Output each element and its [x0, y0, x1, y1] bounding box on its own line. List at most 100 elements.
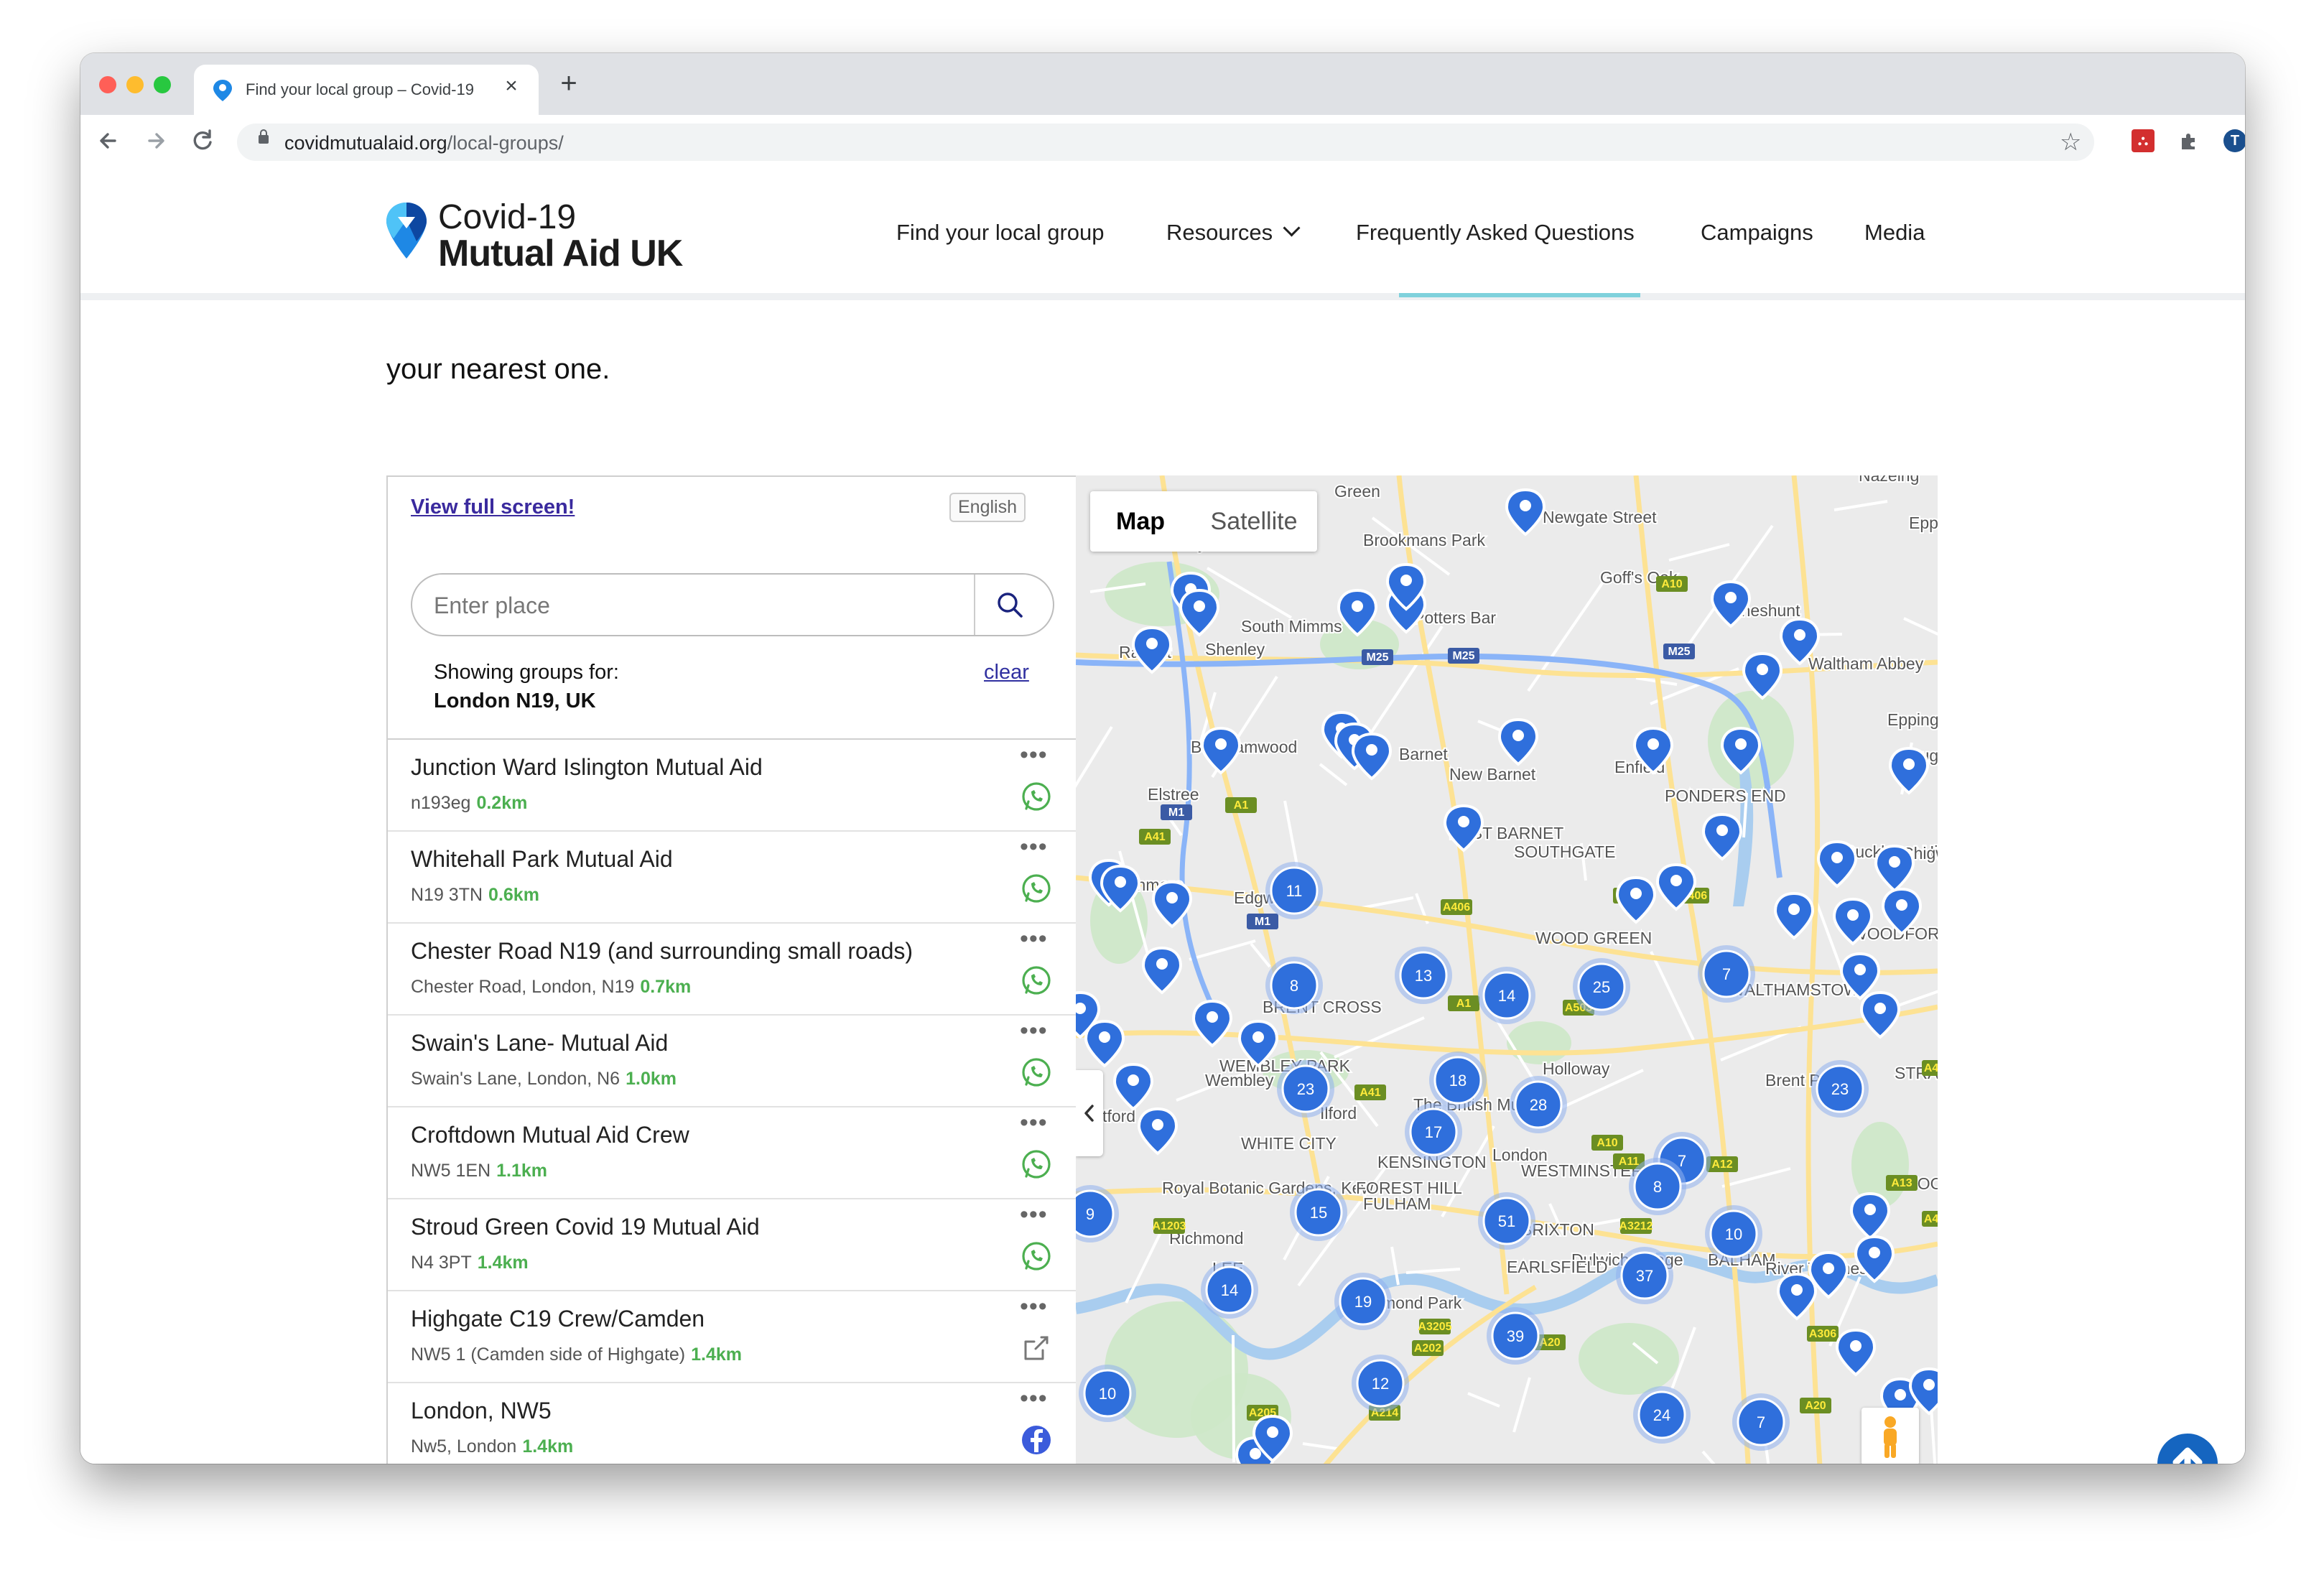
group-address: NW5 1EN: [411, 1161, 491, 1181]
more-options-icon[interactable]: •••: [1020, 743, 1048, 767]
more-options-icon[interactable]: •••: [1020, 835, 1048, 859]
collapse-panel-button[interactable]: [1076, 1070, 1103, 1156]
group-name[interactable]: Highgate C19 Crew/Camden: [411, 1306, 705, 1332]
group-location: NW5 1 (Camden side of Highgate) 1.4km: [411, 1344, 742, 1365]
group-distance: 1.1km: [496, 1161, 548, 1181]
group-name[interactable]: Croftdown Mutual Aid Crew: [411, 1122, 689, 1148]
nav-find-local-group[interactable]: Find your local group: [896, 220, 1105, 246]
pin-dot: [1194, 600, 1205, 612]
more-options-icon[interactable]: •••: [1020, 1202, 1048, 1227]
extensions-puzzle-icon[interactable]: [2177, 129, 2200, 152]
road-label: A12: [1711, 1158, 1732, 1171]
road-label: A41: [1359, 1087, 1380, 1099]
minor-road: [1232, 1334, 1235, 1463]
maximize-window-button[interactable]: [154, 76, 171, 93]
group-name[interactable]: Whitehall Park Mutual Aid: [411, 846, 673, 873]
pin-dot: [1630, 888, 1642, 899]
clear-link[interactable]: clear: [984, 661, 1029, 684]
external-link-icon[interactable]: [1020, 1332, 1053, 1365]
road-label: A1: [1234, 799, 1249, 812]
site-favicon-icon: [213, 80, 232, 101]
language-selector[interactable]: English: [949, 493, 1026, 522]
profile-avatar[interactable]: T: [2223, 129, 2245, 152]
pin-dot: [1791, 1284, 1803, 1296]
extension-red-icon[interactable]: ⛬: [2132, 129, 2155, 152]
map-type-satellite-button[interactable]: Satellite: [1191, 491, 1317, 552]
group-list-item[interactable]: Swain's Lane- Mutual Aid Swain's Lane, Lo…: [388, 1016, 1076, 1107]
group-name[interactable]: London, NW5: [411, 1398, 552, 1424]
whatsapp-icon[interactable]: [1020, 1056, 1053, 1089]
cluster-count: 8: [1653, 1178, 1662, 1196]
tab-strip: Find your local group – Covid-19 × +: [80, 53, 2245, 115]
place-label: Royal Botanic Gardens, Kew: [1162, 1179, 1373, 1197]
more-options-icon[interactable]: •••: [1020, 1018, 1048, 1043]
more-options-icon[interactable]: •••: [1020, 926, 1048, 951]
group-list-item[interactable]: Junction Ward Islington Mutual Aid n193eg…: [388, 740, 1076, 832]
tab-close-icon[interactable]: ×: [500, 75, 523, 98]
whatsapp-icon[interactable]: [1020, 1240, 1053, 1273]
address-bar[interactable]: covidmutualaid.org/local-groups/ ☆: [237, 124, 2094, 161]
pin-dot: [1128, 1074, 1139, 1086]
group-list-item[interactable]: Croftdown Mutual Aid Crew NW5 1EN 1.1km •••: [388, 1107, 1076, 1199]
whatsapp-icon[interactable]: [1020, 1148, 1053, 1181]
group-list: Junction Ward Islington Mutual Aid n193eg…: [388, 738, 1076, 1464]
more-options-icon[interactable]: •••: [1020, 1386, 1048, 1411]
close-window-button[interactable]: [99, 76, 116, 93]
nav-media[interactable]: Media: [1864, 220, 1925, 246]
park-area: [1507, 1021, 1571, 1064]
facebook-icon[interactable]: [1020, 1423, 1053, 1457]
group-list-item[interactable]: Highgate C19 Crew/Camden NW5 1 (Camden si…: [388, 1291, 1076, 1383]
street-view-pegman[interactable]: [1861, 1408, 1919, 1464]
group-name[interactable]: Junction Ward Islington Mutual Aid: [411, 754, 763, 781]
search-icon[interactable]: [994, 589, 1026, 621]
nav-campaigns[interactable]: Campaigns: [1701, 220, 1813, 246]
place-label: Epping: [1909, 514, 1938, 532]
more-options-icon[interactable]: •••: [1020, 1110, 1048, 1135]
forward-arrow-icon[interactable]: [141, 125, 172, 157]
new-tab-button[interactable]: +: [554, 69, 583, 98]
logo-pin-icon[interactable]: [385, 201, 428, 260]
group-name[interactable]: Stroud Green Covid 19 Mutual Aid: [411, 1214, 760, 1240]
reload-icon[interactable]: [187, 125, 218, 157]
logo-text-top[interactable]: Covid-19: [438, 200, 576, 236]
place-label: Brookmans Park: [1363, 531, 1486, 549]
nav-faq[interactable]: Frequently Asked Questions: [1356, 220, 1635, 246]
url-path: /local-groups/: [447, 132, 564, 154]
bookmark-star-icon[interactable]: ☆: [2060, 128, 2081, 157]
park-area: [1579, 1323, 1679, 1395]
browser-tab[interactable]: Find your local group – Covid-19 ×: [194, 65, 539, 115]
web-page: Covid-19 Mutual Aid UK Find your local g…: [80, 169, 2245, 1464]
group-list-item[interactable]: Whitehall Park Mutual Aid N19 3TN 0.6km •••: [388, 832, 1076, 924]
group-address: N4 3PT: [411, 1253, 472, 1273]
back-arrow-icon[interactable]: [93, 125, 125, 157]
group-finder-widget: View full screen! English Showing groups…: [386, 475, 1938, 1464]
google-map[interactable]: Green Nazeing Newgate Street Brookmans Park…: [1076, 475, 1938, 1464]
map-canvas[interactable]: Green Nazeing Newgate Street Brookmans Park…: [1076, 475, 1938, 1464]
map-type-map-button[interactable]: Map: [1090, 491, 1191, 552]
minimize-window-button[interactable]: [126, 76, 144, 93]
nav-resources[interactable]: Resources: [1166, 219, 1301, 246]
whatsapp-icon[interactable]: [1020, 872, 1053, 905]
group-list-item[interactable]: Stroud Green Covid 19 Mutual Aid N4 3PT 1.…: [388, 1199, 1076, 1291]
more-options-icon[interactable]: •••: [1020, 1294, 1048, 1319]
view-full-screen-link[interactable]: View full screen!: [411, 496, 575, 519]
group-distance: 1.4km: [522, 1436, 574, 1457]
group-location: Nw5, London 1.4km: [411, 1436, 573, 1457]
road-label: A3205: [1418, 1321, 1451, 1333]
group-list-item[interactable]: London, NW5 Nw5, London 1.4km •••: [388, 1383, 1076, 1464]
group-name[interactable]: Chester Road N19 (and surrounding small …: [411, 938, 913, 965]
pin-dot: [1757, 664, 1768, 675]
group-name[interactable]: Swain's Lane- Mutual Aid: [411, 1030, 668, 1056]
road-label: A11: [1619, 1156, 1640, 1168]
place-label: New Barnet: [1449, 765, 1536, 784]
pin-dot: [1352, 600, 1363, 612]
group-list-item[interactable]: Chester Road N19 (and surrounding small …: [388, 924, 1076, 1016]
search-input[interactable]: [432, 590, 938, 621]
group-location: Swain's Lane, London, N6 1.0km: [411, 1069, 677, 1090]
scroll-to-top-button[interactable]: [2157, 1434, 2218, 1464]
pin-dot: [1512, 730, 1524, 741]
pin-dot: [1923, 1379, 1935, 1390]
logo-text-bottom[interactable]: Mutual Aid UK: [438, 234, 683, 273]
whatsapp-icon[interactable]: [1020, 964, 1053, 997]
whatsapp-icon[interactable]: [1020, 780, 1053, 813]
